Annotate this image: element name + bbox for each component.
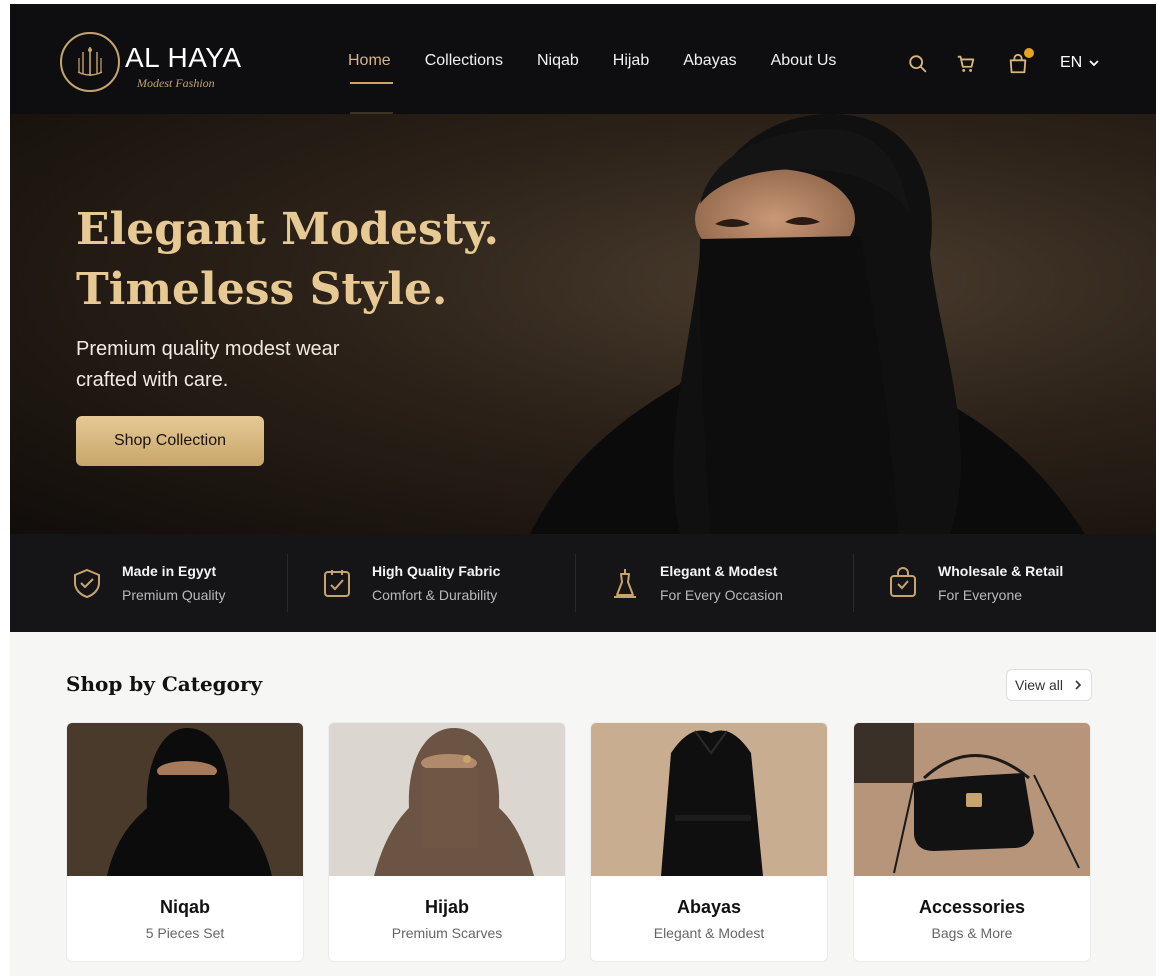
bag-icon[interactable] xyxy=(1006,48,1034,76)
feature-title: High Quality Fabric xyxy=(372,563,501,579)
feature-elegant: Elegant & Modest For Every Occasion xyxy=(576,534,854,632)
feature-title: Made in Egyyt xyxy=(122,563,217,579)
hero-title: Elegant Modesty. Timeless Style. xyxy=(76,200,499,320)
niqab-image xyxy=(67,723,303,876)
dress-form-icon xyxy=(608,566,642,600)
abaya-image xyxy=(591,723,827,876)
cart-icon[interactable] xyxy=(954,52,978,76)
category-title: Hijab xyxy=(424,897,469,917)
site-header: AL HAYA Modest Fashion Home Collections … xyxy=(10,4,1156,114)
feature-title: Elegant & Modest xyxy=(660,563,778,579)
features-bar: Made in Egyyt Premium Quality High Quali… xyxy=(10,534,1156,632)
category-title: Accessories xyxy=(918,897,1026,917)
view-all-label: View all xyxy=(1015,677,1063,693)
hero-title-line2: Timeless Style. xyxy=(76,264,448,315)
page-frame: AL HAYA Modest Fashion Home Collections … xyxy=(10,4,1156,976)
hero-model-image xyxy=(530,114,1085,534)
feature-made-in: Made in Egyyt Premium Quality xyxy=(10,534,288,632)
category-subtitle: Bags & More xyxy=(931,925,1013,941)
nav-home[interactable]: Home xyxy=(348,52,391,70)
chevron-down-icon xyxy=(1089,60,1099,67)
feature-wholesale: Wholesale & Retail For Everyone xyxy=(854,534,1156,632)
nav-about-us[interactable]: About Us xyxy=(771,52,837,70)
shopping-bag-icon xyxy=(886,566,920,600)
category-title: Niqab xyxy=(159,897,210,917)
fabric-badge-icon xyxy=(320,566,354,600)
shop-collection-button[interactable]: Shop Collection xyxy=(76,416,264,466)
feature-subtitle: Premium Quality xyxy=(122,587,226,603)
section-title: Shop by Category xyxy=(66,672,263,696)
feature-subtitle: Comfort & Durability xyxy=(372,587,498,603)
category-subtitle: Premium Scarves xyxy=(391,925,503,941)
category-card-accessories[interactable]: Accessories Bags & More xyxy=(853,722,1091,962)
logo-emblem[interactable] xyxy=(60,32,120,92)
category-card-niqab[interactable]: Niqab 5 Pieces Set xyxy=(66,722,304,962)
hijab-image xyxy=(329,723,565,876)
view-all-button[interactable]: View all xyxy=(1006,669,1092,701)
nav-active-indicator xyxy=(350,82,393,84)
feature-subtitle: For Everyone xyxy=(938,587,1023,603)
main-nav: Home Collections Niqab Hijab Abayas Abou… xyxy=(348,52,870,70)
brand-tagline: Modest Fashion xyxy=(137,76,215,90)
hero-subtitle: Premium quality modest wear crafted with… xyxy=(76,338,340,391)
category-card-abayas[interactable]: Abayas Elegant & Modest xyxy=(590,722,828,962)
language-label: EN xyxy=(1060,54,1083,71)
feature-fabric: High Quality Fabric Comfort & Durability xyxy=(288,534,576,632)
category-subtitle: 5 Pieces Set xyxy=(145,925,225,941)
category-subtitle: Elegant & Modest xyxy=(653,925,765,941)
brand-name[interactable]: AL HAYA xyxy=(125,42,242,74)
shield-check-icon xyxy=(70,566,104,600)
hero-title-line1: Elegant Modesty. xyxy=(76,204,499,255)
chevron-right-icon xyxy=(1075,680,1082,690)
hero-banner: Elegant Modesty. Timeless Style. Premium… xyxy=(10,114,1156,534)
feature-subtitle: For Every Occasion xyxy=(660,587,783,603)
nav-hijab[interactable]: Hijab xyxy=(613,52,649,70)
cart-badge xyxy=(1024,48,1034,58)
search-icon[interactable] xyxy=(906,52,930,76)
handbag-image xyxy=(854,723,1090,876)
nav-collections[interactable]: Collections xyxy=(425,52,503,70)
category-title: Abayas xyxy=(676,897,742,917)
category-card-hijab[interactable]: Hijab Premium Scarves xyxy=(328,722,566,962)
nav-niqab[interactable]: Niqab xyxy=(537,52,579,70)
feature-title: Wholesale & Retail xyxy=(938,563,1064,579)
nav-abayas[interactable]: Abayas xyxy=(683,52,736,70)
logo-icon xyxy=(77,47,103,76)
language-selector[interactable]: EN xyxy=(1060,54,1100,72)
